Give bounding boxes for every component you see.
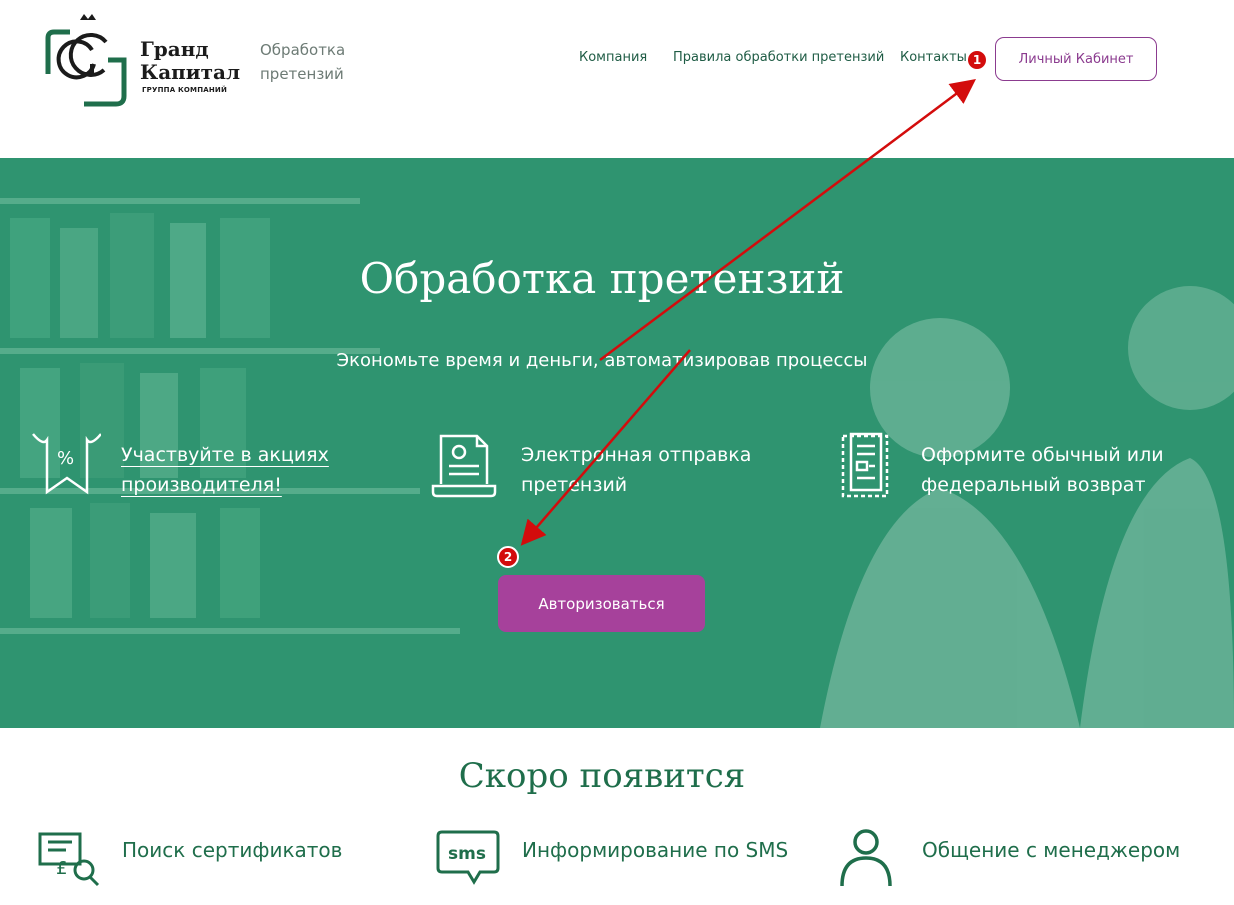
feature-promotions-link[interactable]: Участвуйте в акциях производителя!: [121, 440, 381, 500]
logo[interactable]: Гранд Капитал ГРУППА КОМПАНИЙ: [44, 12, 244, 110]
svg-text:%: %: [57, 448, 74, 469]
nav-rules[interactable]: Правила обработки претензий: [673, 50, 884, 65]
nav-company[interactable]: Компания: [579, 50, 647, 65]
hero-tagline: Экономьте время и деньги, автоматизирова…: [336, 350, 868, 371]
soon-certificate-search-text: Поиск сертификатов: [122, 838, 343, 862]
svg-text:sms: sms: [448, 844, 486, 864]
laptop-document-icon: [431, 434, 497, 498]
hero-title: Обработка претензий: [359, 254, 845, 303]
site-header: Гранд Капитал ГРУППА КОМПАНИЙ Обработка …: [0, 0, 1234, 158]
annotation-badge-1: 1: [966, 49, 988, 71]
feature-electronic-sending-text: Электронная отправка претензий: [521, 444, 752, 496]
sms-icon: sms: [436, 830, 500, 885]
soon-manager-chat-text: Общение с менеджером: [922, 838, 1181, 862]
hero-banner: Обработка претензий Экономьте время и де…: [0, 158, 1234, 728]
feature-returns-text: Оформите обычный или федеральный возврат: [921, 444, 1164, 496]
logo-mark-icon: [45, 14, 127, 107]
user-icon: [840, 829, 892, 887]
personal-cabinet-button[interactable]: Личный Кабинет: [995, 37, 1157, 81]
site-subtitle: Обработка претензий: [260, 41, 346, 83]
authorize-button[interactable]: Авторизоваться: [498, 575, 705, 632]
certificate-search-icon: £: [38, 832, 100, 887]
logo-subtitle: ГРУППА КОМПАНИЙ: [142, 86, 228, 94]
annotation-badge-2: 2: [497, 546, 519, 568]
document-form-icon: [841, 432, 889, 498]
coming-soon-title: Скоро появится: [458, 756, 746, 796]
soon-sms-text: Информирование по SMS: [522, 838, 789, 862]
nav-contacts[interactable]: Контакты: [900, 50, 967, 65]
logo-name: Гранд Капитал: [140, 37, 241, 84]
discount-tag-icon: %: [32, 433, 101, 495]
svg-text:£: £: [56, 858, 67, 879]
